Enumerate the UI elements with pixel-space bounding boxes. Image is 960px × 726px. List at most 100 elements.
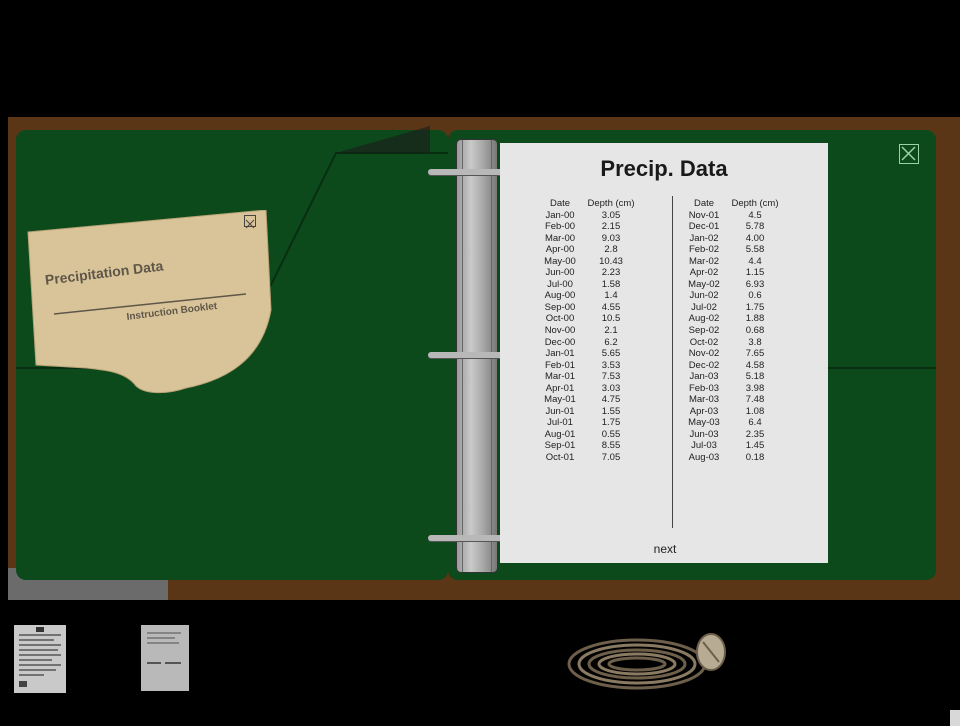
cell-date: Sep-02 [688,325,720,337]
table-row: Nov-02 7.65 [681,348,783,360]
data-table-left: Date Depth (cm) Jan-00 3.05 Feb-00 2.15 Mar-… [537,198,639,464]
cell-depth: 1.88 [745,313,765,325]
table-row: Mar-02 4.4 [681,256,783,268]
cell-depth: 8.55 [601,440,621,452]
cell-depth: 7.65 [745,348,765,360]
table-row: Feb-00 2.15 [537,221,639,233]
table-row: Feb-03 3.98 [681,383,783,395]
cell-depth: 4.4 [748,255,762,267]
inventory-rope-icon[interactable] [565,624,735,694]
cell-date: Feb-02 [688,244,720,256]
cell-date: Feb-03 [688,382,720,394]
resize-corner-icon[interactable] [950,710,960,726]
table-row: Oct-02 3.8 [681,337,783,349]
close-icon[interactable] [899,144,919,164]
cell-depth: 4.00 [745,232,765,244]
cell-depth: 1.55 [601,405,621,417]
cell-depth: 4.55 [601,301,621,313]
cell-date: Jul-03 [691,440,717,452]
table-row: Feb-02 5.58 [681,244,783,256]
header-date: Date [693,198,715,209]
cell-depth: 1.08 [745,405,765,417]
table-row: Feb-01 3.53 [537,360,639,372]
table-row: Sep-02 0.68 [681,325,783,337]
cell-depth: 1.4 [604,290,618,302]
cell-date: Mar-00 [544,232,576,244]
next-button[interactable]: next [642,542,688,556]
table-header: Date Depth (cm) [537,198,639,210]
cell-date: Jul-02 [691,301,717,313]
column-divider [672,196,673,528]
cell-depth: 5.65 [601,348,621,360]
cell-depth: 1.75 [745,301,765,313]
cell-date: Jan-01 [545,348,575,360]
cell-date: Mar-03 [688,394,720,406]
cell-depth: 10.5 [601,313,621,325]
cell-depth: 3.53 [601,359,621,371]
cell-date: Apr-03 [689,405,719,417]
cell-depth: 7.05 [601,452,621,464]
cell-depth: 2.8 [604,244,618,256]
table-row: Dec-02 4.58 [681,360,783,372]
cell-depth: 3.05 [601,209,621,221]
table-row: Oct-01 7.05 [537,452,639,464]
cell-depth: 4.75 [601,394,621,406]
cell-depth: 3.03 [601,382,621,394]
cell-date: Sep-01 [544,440,576,452]
cell-depth: 5.58 [745,244,765,256]
cell-date: May-00 [544,255,576,267]
cell-date: Jun-01 [545,405,575,417]
table-row: Apr-02 1.15 [681,267,783,279]
table-row: Aug-02 1.88 [681,313,783,325]
cell-depth: 1.45 [745,440,765,452]
table-row: Nov-00 2.1 [537,325,639,337]
cell-date: Jan-02 [689,232,719,244]
cell-date: Dec-02 [688,359,720,371]
cell-depth: 2.23 [601,267,621,279]
cell-date: Jun-00 [545,267,575,279]
table-row: Jun-02 0.6 [681,290,783,302]
cell-date: Apr-02 [689,267,719,279]
table-row: Jul-01 1.75 [537,417,639,429]
data-table-right: Date Depth (cm) Nov-01 4.5 Dec-01 5.78 Jan-0… [681,198,783,464]
cell-depth: 10.43 [599,255,623,267]
table-row: May-00 10.43 [537,256,639,268]
cell-depth: 7.48 [745,394,765,406]
table-row: Jul-00 1.58 [537,279,639,291]
cell-depth: 5.18 [745,371,765,383]
cell-depth: 7.53 [601,371,621,383]
cell-date: May-03 [688,417,720,429]
table-row: Dec-01 5.78 [681,221,783,233]
header-depth: Depth (cm) [731,198,779,209]
instruction-booklet[interactable]: Precipitation Data Instruction Booklet [26,210,276,400]
inventory-document-icon[interactable] [14,625,66,693]
header-date: Date [549,198,571,209]
cell-depth: 2.1 [604,325,618,337]
table-body: Jan-00 3.05 Feb-00 2.15 Mar-00 9.03 Apr-00 2.8 M… [537,210,639,464]
close-icon[interactable] [244,215,256,229]
table-header: Date Depth (cm) [681,198,783,210]
cell-date: Jan-03 [689,371,719,383]
cell-depth: 0.55 [601,428,621,440]
cell-date: Jun-02 [689,290,719,302]
header-depth: Depth (cm) [587,198,635,209]
cell-depth: 0.68 [745,325,765,337]
cell-depth: 1.58 [601,278,621,290]
table-row: Jun-03 2.35 [681,429,783,441]
cell-depth: 6.2 [604,336,618,348]
cell-depth: 1.15 [745,267,765,279]
cell-depth: 0.18 [745,452,765,464]
cell-date: Aug-02 [688,313,720,325]
table-row: Jul-02 1.75 [681,302,783,314]
cell-depth: 9.03 [601,232,621,244]
cell-depth: 5.78 [745,221,765,233]
table-row: Dec-00 6.2 [537,337,639,349]
table-row: Jun-01 1.55 [537,406,639,418]
table-row: Apr-03 1.08 [681,406,783,418]
cell-depth: 2.15 [601,221,621,233]
cell-depth: 0.6 [748,290,762,302]
inventory-document-icon[interactable] [141,625,189,691]
cell-date: Nov-02 [688,348,720,360]
table-row: Jan-02 4.00 [681,233,783,245]
table-row: Jul-03 1.45 [681,440,783,452]
